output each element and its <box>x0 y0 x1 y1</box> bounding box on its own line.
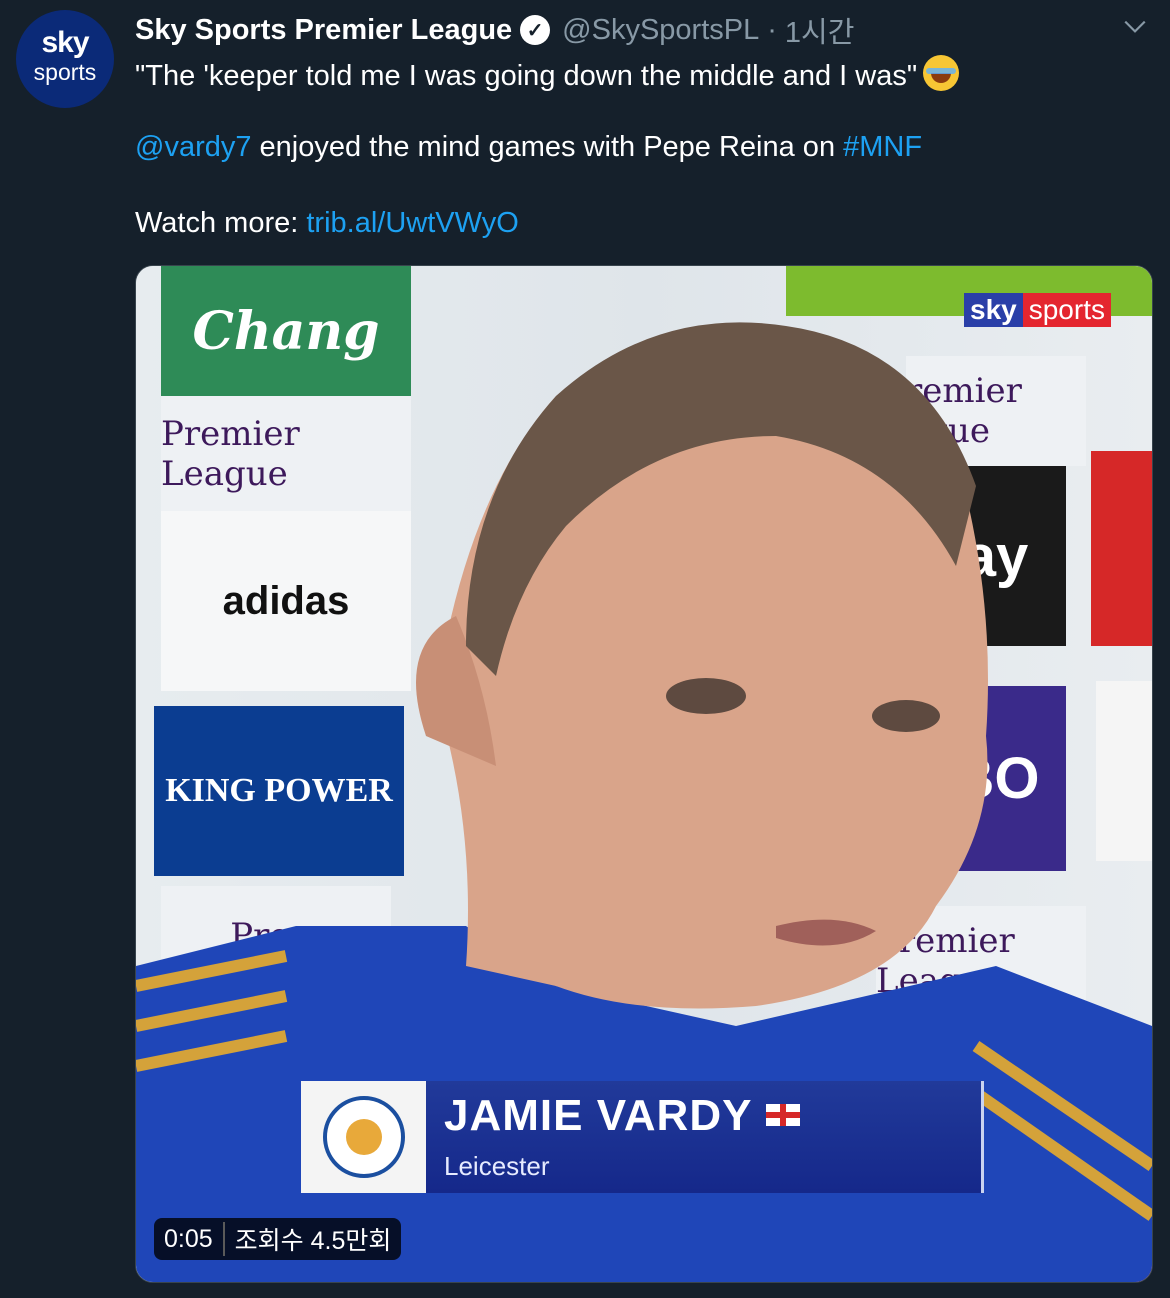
account-avatar[interactable]: sky sports <box>16 10 114 108</box>
face-with-tears-of-joy-icon <box>923 55 960 91</box>
video-player[interactable]: Chang Premier League adidas KING POWER P… <box>135 265 1153 1283</box>
player-club: Leicester <box>444 1151 550 1181</box>
verified-badge-icon: ✓ <box>520 15 551 45</box>
lower-third-caption: JAMIE VARDY Leicester <box>301 1081 984 1193</box>
hashtag-link[interactable]: #MNF <box>843 131 922 163</box>
tweet-quote: "The 'keeper told me I was going down th… <box>135 60 918 92</box>
avatar-sports-text: sports <box>33 59 97 85</box>
sky-logo-text: sky <box>964 293 1023 327</box>
tweet-timestamp[interactable]: 1시간 <box>785 9 855 51</box>
header-separator: · <box>767 13 777 46</box>
tweet-text-line-1: "The 'keeper told me I was going down th… <box>135 55 960 93</box>
avatar-sky-text: sky <box>41 26 89 59</box>
sports-logo-text: sports <box>1022 293 1111 327</box>
mention-link[interactable]: @vardy7 <box>135 131 251 163</box>
tweet-header: Sky Sports Premier League ✓ @SkySportsPL… <box>135 10 854 50</box>
tweet-text-line-2: @vardy7 enjoyed the mind games with Pepe… <box>135 131 922 164</box>
watch-more-link[interactable]: trib.al/UwtVWyO <box>306 207 518 239</box>
tweet-text-line-3: Watch more: trib.al/UwtVWyO <box>135 207 519 240</box>
sky-sports-logo: sky sports <box>964 293 1111 327</box>
video-info-overlay: 0:05 조회수 4.5만회 <box>154 1218 402 1260</box>
england-flag-icon <box>766 1104 801 1126</box>
video-time: 0:05 <box>164 1224 213 1253</box>
player-caption-panel: JAMIE VARDY Leicester <box>426 1081 984 1193</box>
chevron-down-icon[interactable] <box>1122 14 1148 40</box>
watch-more-label: Watch more: <box>135 207 307 239</box>
tweet-body-text: enjoyed the mind games with Pepe Reina o… <box>251 131 844 163</box>
player-name: JAMIE VARDY <box>444 1091 753 1140</box>
player-name-row: JAMIE VARDY <box>444 1091 801 1141</box>
video-view-count: 조회수 4.5만회 <box>234 1227 392 1255</box>
club-crest-icon <box>301 1081 426 1193</box>
account-handle[interactable]: @SkySportsPL <box>562 14 759 47</box>
account-name[interactable]: Sky Sports Premier League <box>135 14 512 47</box>
